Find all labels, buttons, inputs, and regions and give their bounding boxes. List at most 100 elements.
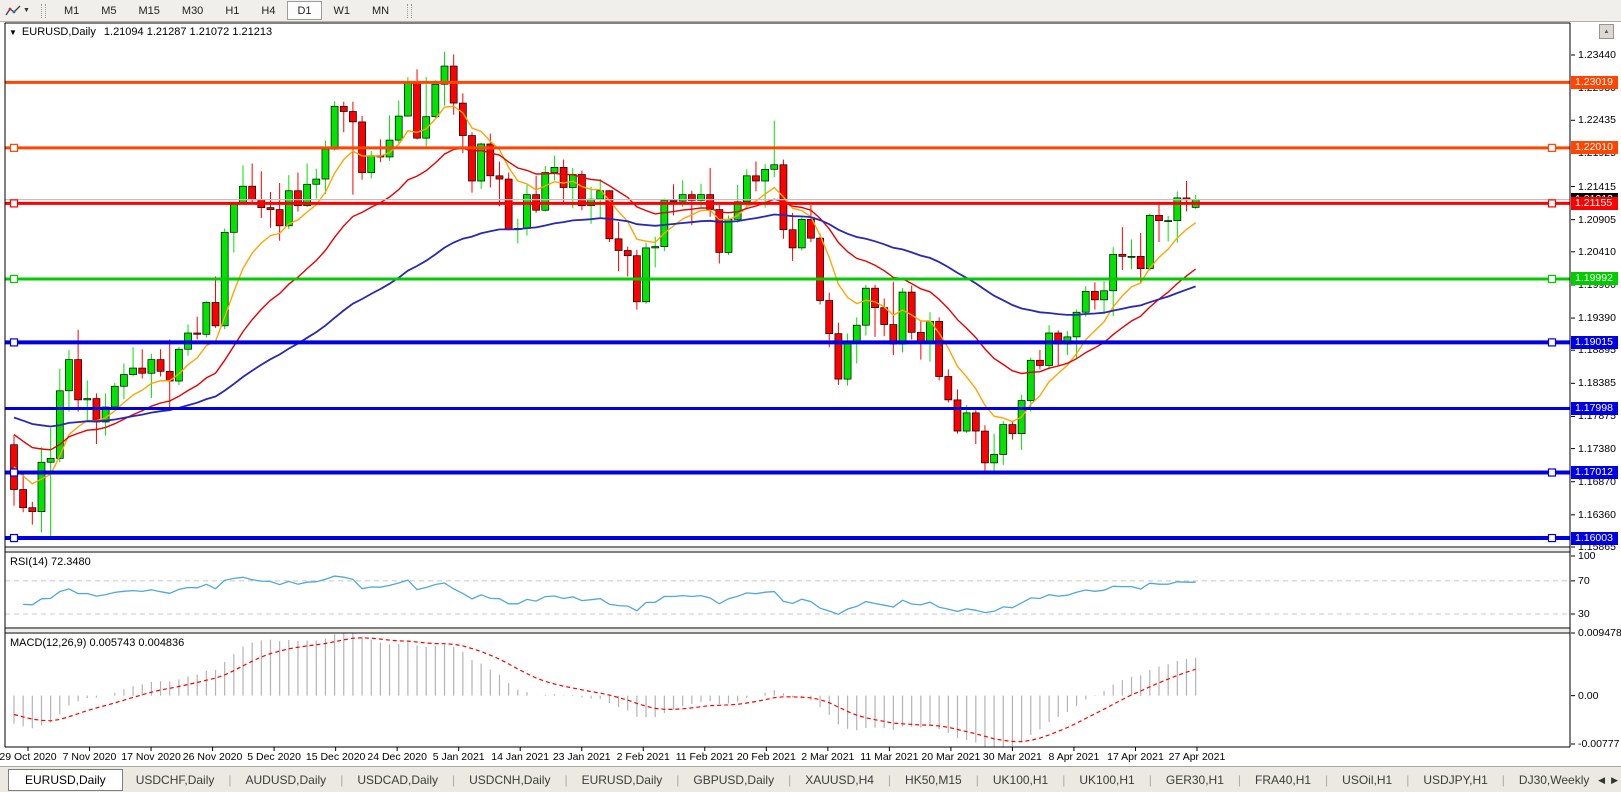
tab-eurusd-daily[interactable]: EURUSD,Daily [8,769,123,791]
tab-scroll-right-icon[interactable]: ▶ [1611,775,1618,786]
line-handle[interactable] [11,200,18,207]
line-handle[interactable] [11,339,18,346]
line-handle[interactable] [1549,275,1556,282]
candle [47,428,54,537]
candle [954,389,961,433]
tab-separator: | [788,773,791,787]
candle [469,132,476,192]
candle [432,80,439,118]
candle [936,317,943,380]
candle [1165,216,1172,241]
candle [459,93,466,153]
candle [789,213,796,261]
candle [258,171,265,218]
tab-separator: | [1406,773,1409,787]
rsi-panel [5,576,1570,614]
macd-indicator-label: MACD(12,26,9) 0.005743 0.004836 [10,637,184,649]
candle [917,321,924,360]
candle [1082,286,1089,317]
tab-hk50-m15[interactable]: HK50,M15 [892,770,975,790]
tab-uk100-h1[interactable]: UK100,H1 [1066,770,1147,790]
panel-splitter[interactable] [5,629,1570,632]
tab-separator: | [1238,773,1241,787]
candle [276,183,283,241]
symbol-menu-caret-icon[interactable]: ▼ [9,28,17,37]
candle [908,286,915,340]
candle [38,447,45,532]
date-tick-label: 2 Mar 2021 [801,751,854,763]
timeframes-toolbar: ▼ M1M5M15M30H1H4D1W1MN [0,0,1621,22]
candle [294,173,301,212]
candle [230,202,237,253]
timeframe-h4[interactable]: H4 [251,1,285,20]
tab-usdjpy-h1[interactable]: USDJPY,H1 [1410,770,1500,790]
line-handle[interactable] [1549,339,1556,346]
candle [84,380,91,420]
price-tick-label: 1.18385 [1578,377,1616,389]
candle [340,102,347,133]
tab-usdcnh-daily[interactable]: USDCNH,Daily [456,770,563,790]
candle [1000,421,1007,465]
ma-slow-line [14,215,1196,427]
date-tick-label: 8 Apr 2021 [1049,751,1100,763]
date-tick-label: 23 Jan 2021 [553,751,611,763]
tab-separator: | [452,773,455,787]
tab-gbpusd-daily[interactable]: GBPUSD,Daily [680,770,787,790]
candle [331,101,338,150]
timeframe-d1[interactable]: D1 [287,1,321,20]
rsi-tick-label: 30 [1578,608,1590,620]
tab-fra40-h1[interactable]: FRA40,H1 [1242,770,1324,790]
tab-usoil-h1[interactable]: USOil,H1 [1329,770,1405,790]
candle [1137,233,1144,283]
tab-scroll-left-icon[interactable]: ◀ [1598,775,1605,786]
tab-eurusd-daily[interactable]: EURUSD,Daily [569,770,676,790]
tab-ger30-h1[interactable]: GER30,H1 [1153,770,1237,790]
timeframe-h1[interactable]: H1 [215,1,249,20]
candle [945,369,952,402]
line-handle[interactable] [1549,535,1556,542]
timeframe-mn[interactable]: MN [362,1,399,20]
line-handle[interactable] [1549,469,1556,476]
tab-usdcad-daily[interactable]: USDCAD,Daily [344,770,451,790]
rsi-indicator-label: RSI(14) 72.3480 [10,556,91,568]
candle [1091,282,1098,309]
candle [194,317,201,340]
candle [267,192,274,228]
line-handle[interactable] [11,144,18,151]
date-tick-label: 11 Feb 2021 [676,751,734,763]
scroll-up-button[interactable]: ▲ [1599,24,1614,39]
tab-separator: | [1502,773,1505,787]
candle [1009,421,1016,440]
candle [688,191,695,225]
timeframe-w1[interactable]: W1 [324,1,361,20]
tab-xauusd-h4[interactable]: XAUUSD,H4 [792,770,887,790]
tab-separator: | [340,773,343,787]
tab-separator: | [564,773,567,787]
chart-tools-caret-icon[interactable]: ▼ [23,7,30,14]
line-handle[interactable] [1549,144,1556,151]
tab-scroll-arrows: ◀ ▶ [1592,767,1618,792]
tab-usdchf-daily[interactable]: USDCHF,Daily [123,770,228,790]
date-tick-label: 20 Feb 2021 [737,751,796,763]
line-handle[interactable] [1549,200,1556,207]
candle [1110,247,1117,316]
tab-uk100-h1[interactable]: UK100,H1 [980,770,1061,790]
timeframe-m15[interactable]: M15 [129,1,170,20]
timeframe-m5[interactable]: M5 [91,1,126,20]
candle [313,169,320,199]
candle [597,179,604,218]
macd-panel [14,632,1196,749]
tab-separator: | [228,773,231,787]
date-tick-label: 14 Jan 2021 [491,751,549,763]
candle [560,160,567,204]
candle [1183,181,1190,212]
panel-splitter[interactable] [5,548,1570,551]
tab-audusd-daily[interactable]: AUDUSD,Daily [233,770,340,790]
line-handle[interactable] [11,275,18,282]
timeframe-m1[interactable]: M1 [54,1,89,20]
tab-dj30-weekly[interactable]: DJ30,Weekly [1506,770,1602,790]
line-handle[interactable] [11,469,18,476]
timeframe-m30[interactable]: M30 [172,1,213,20]
chart-tools-icon[interactable] [4,3,22,19]
line-handle[interactable] [11,535,18,542]
